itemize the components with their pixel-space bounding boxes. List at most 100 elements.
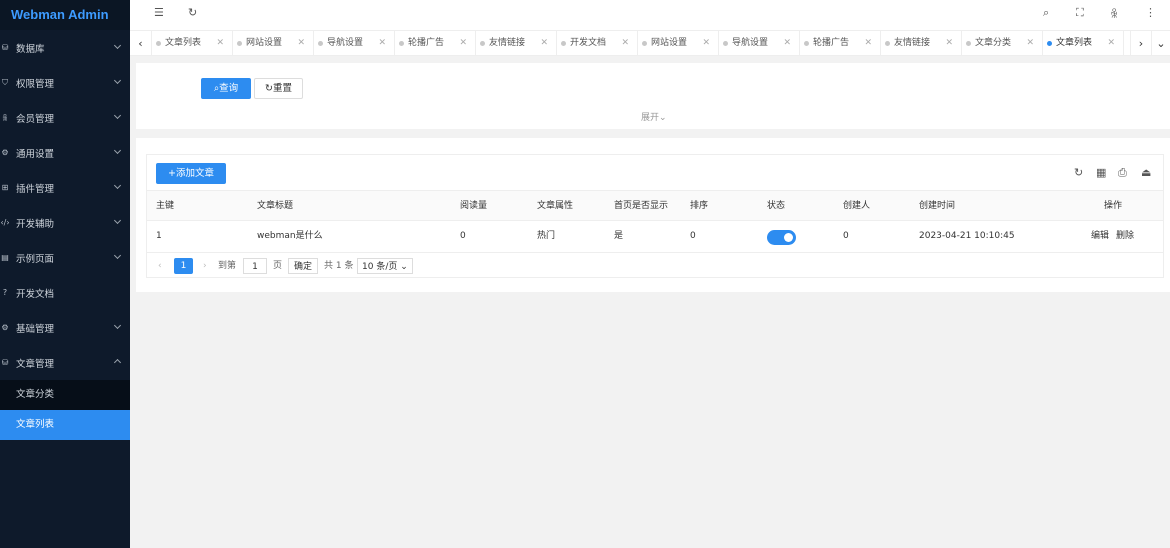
sidebar-item-plugins[interactable]: ⊞ 插件管理 — [0, 170, 130, 205]
cell-creator: 0 — [843, 231, 849, 241]
chevron-down-icon: ⌄ — [400, 262, 408, 272]
close-icon[interactable]: ✕ — [621, 31, 629, 56]
add-article-button[interactable]: +添加文章 — [156, 163, 226, 184]
close-icon[interactable]: ✕ — [1107, 31, 1115, 56]
cell-sort: 0 — [690, 231, 696, 241]
refresh-icon[interactable]: ↻ — [1074, 166, 1083, 179]
edit-link[interactable]: 编辑 — [1091, 231, 1109, 241]
tab-label: 导航设置 — [732, 38, 769, 48]
sidebar-item-general-settings[interactable]: ⚙ 通用设置 — [0, 135, 130, 170]
close-icon[interactable]: ✕ — [459, 31, 467, 56]
tabs-prev-button[interactable]: ‹ — [130, 31, 152, 56]
help-icon: ? — [2, 288, 8, 297]
chevron-down-icon — [113, 146, 122, 155]
tabs-dropdown-button[interactable]: ⌄ — [1152, 31, 1170, 56]
status-toggle[interactable] — [767, 230, 796, 245]
tab-bar: ‹ 文章列表 ✕ 网站设置 ✕ 导航设置 ✕ 轮播广告 ✕ 友情链接 ✕ 开发文档 ✕ 网站… — [130, 30, 1170, 56]
sidebar-item-permissions[interactable]: ⛉ 权限管理 — [0, 65, 130, 100]
sidebar-item-articles[interactable]: ⛁ 文章管理 — [0, 345, 130, 380]
expand-toggle[interactable]: 展开⌄ — [641, 110, 667, 123]
tab-dot — [642, 41, 647, 46]
close-icon[interactable]: ✕ — [297, 31, 305, 56]
sidebar-item-dev-tools[interactable]: ‹/› 开发辅助 — [0, 205, 130, 240]
refresh-icon: ↻ — [265, 83, 273, 94]
layout-icon: ▤ — [1, 253, 9, 262]
next-page-button[interactable]: › — [203, 258, 207, 274]
tab-label: 导航设置 — [327, 38, 364, 48]
tab-dot — [237, 41, 242, 46]
tab-article-list-active[interactable]: 文章列表 ✕ — [1043, 31, 1124, 56]
table-row: 1 webman是什么 0 热门 是 0 0 2023-04-21 10:10:… — [147, 221, 1163, 253]
tab-article-list[interactable]: 文章列表 ✕ — [152, 31, 233, 56]
export-icon[interactable]: ⏏ — [1141, 166, 1151, 179]
column-header: 创建人 — [843, 201, 871, 211]
shield-icon: ⛉ — [2, 77, 8, 87]
cell-id: 1 — [156, 231, 162, 241]
tab-dev-docs[interactable]: 开发文档 ✕ — [557, 31, 638, 56]
print-icon[interactable]: ⎙ — [1118, 166, 1127, 180]
sidebar-item-basic-management[interactable]: ⚙ 基础管理 — [0, 310, 130, 345]
tab-dot — [1047, 41, 1052, 46]
chevron-down-icon — [113, 251, 122, 260]
cell-views: 0 — [460, 231, 466, 241]
tab-dot — [561, 41, 566, 46]
toggle-knob — [784, 233, 793, 242]
close-icon[interactable]: ✕ — [216, 31, 224, 56]
prev-page-button[interactable]: ‹ — [158, 258, 162, 274]
reset-button[interactable]: ↻重置 — [254, 78, 303, 99]
search-icon[interactable]: ⌕ — [1043, 6, 1049, 20]
user-icon[interactable]: ꆜ — [1110, 6, 1119, 21]
close-icon[interactable]: ✕ — [702, 31, 710, 56]
top-header: ☰ ↻ ⌕ ⛶ ꆜ ⋮ — [130, 0, 1170, 30]
sidebar-item-examples[interactable]: ▤ 示例页面 — [0, 240, 130, 275]
chevron-down-icon — [113, 216, 122, 225]
tab-site-settings[interactable]: 网站设置 ✕ — [233, 31, 314, 56]
more-icon[interactable]: ⋮ — [1145, 6, 1156, 19]
refresh-icon[interactable]: ↻ — [188, 6, 197, 19]
user-icon: ꆜ — [1, 114, 9, 123]
query-button[interactable]: ⌕查询 — [201, 78, 251, 99]
sidebar-item-label: 数据库 — [16, 43, 45, 55]
sidebar-item-members[interactable]: ꆜ 会员管理 — [0, 100, 130, 135]
tab-dot — [885, 41, 890, 46]
tab-friend-links[interactable]: 友情链接 ✕ — [476, 31, 557, 56]
tabs-next-button[interactable]: › — [1130, 31, 1152, 56]
tab-label: 网站设置 — [651, 38, 688, 48]
sidebar-subitem-article-list[interactable]: 文章列表 — [0, 410, 130, 440]
tab-label: 轮播广告 — [408, 38, 445, 48]
close-icon[interactable]: ✕ — [540, 31, 548, 56]
delete-link[interactable]: 删除 — [1116, 231, 1134, 241]
tab-nav-settings[interactable]: 导航设置 ✕ — [314, 31, 395, 56]
tab-friend-links-2[interactable]: 友情链接 ✕ — [881, 31, 962, 56]
tab-nav-settings-2[interactable]: 导航设置 ✕ — [719, 31, 800, 56]
tab-site-settings-2[interactable]: 网站设置 ✕ — [638, 31, 719, 56]
column-header: 排序 — [690, 201, 709, 211]
tab-carousel-ads[interactable]: 轮播广告 ✕ — [395, 31, 476, 56]
sidebar-subitem-article-category[interactable]: 文章分类 — [0, 380, 130, 410]
close-icon[interactable]: ✕ — [945, 31, 953, 56]
columns-icon[interactable]: ▦ — [1096, 166, 1106, 179]
tab-dot — [723, 41, 728, 46]
close-icon[interactable]: ✕ — [1026, 31, 1034, 56]
sidebar-item-dev-docs[interactable]: ? 开发文档 — [0, 275, 130, 310]
add-article-label: 添加文章 — [175, 168, 214, 179]
menu-fold-icon[interactable]: ☰ — [154, 6, 164, 19]
sidebar-item-label: 文章管理 — [16, 358, 55, 370]
tab-label: 轮播广告 — [813, 38, 850, 48]
page-number-current[interactable]: 1 — [174, 258, 193, 274]
tab-article-category[interactable]: 文章分类 ✕ — [962, 31, 1043, 56]
fullscreen-icon[interactable]: ⛶ — [1076, 6, 1084, 20]
tab-dot — [966, 41, 971, 46]
close-icon[interactable]: ✕ — [864, 31, 872, 56]
page-size-select[interactable]: 10 条/页 ⌄ — [357, 258, 413, 274]
goto-page-input[interactable]: 1 — [243, 258, 267, 274]
app-logo[interactable]: Webman Admin — [0, 0, 130, 30]
goto-confirm-button[interactable]: 确定 — [288, 258, 319, 274]
tab-carousel-ads-2[interactable]: 轮播广告 ✕ — [800, 31, 881, 56]
sidebar-item-label: 开发辅助 — [16, 218, 55, 230]
sidebar-item-database[interactable]: ⛁ 数据库 — [0, 30, 130, 65]
close-icon[interactable]: ✕ — [378, 31, 386, 56]
close-icon[interactable]: ✕ — [783, 31, 791, 56]
cell-title: webman是什么 — [257, 231, 323, 241]
tab-label: 友情链接 — [894, 38, 931, 48]
